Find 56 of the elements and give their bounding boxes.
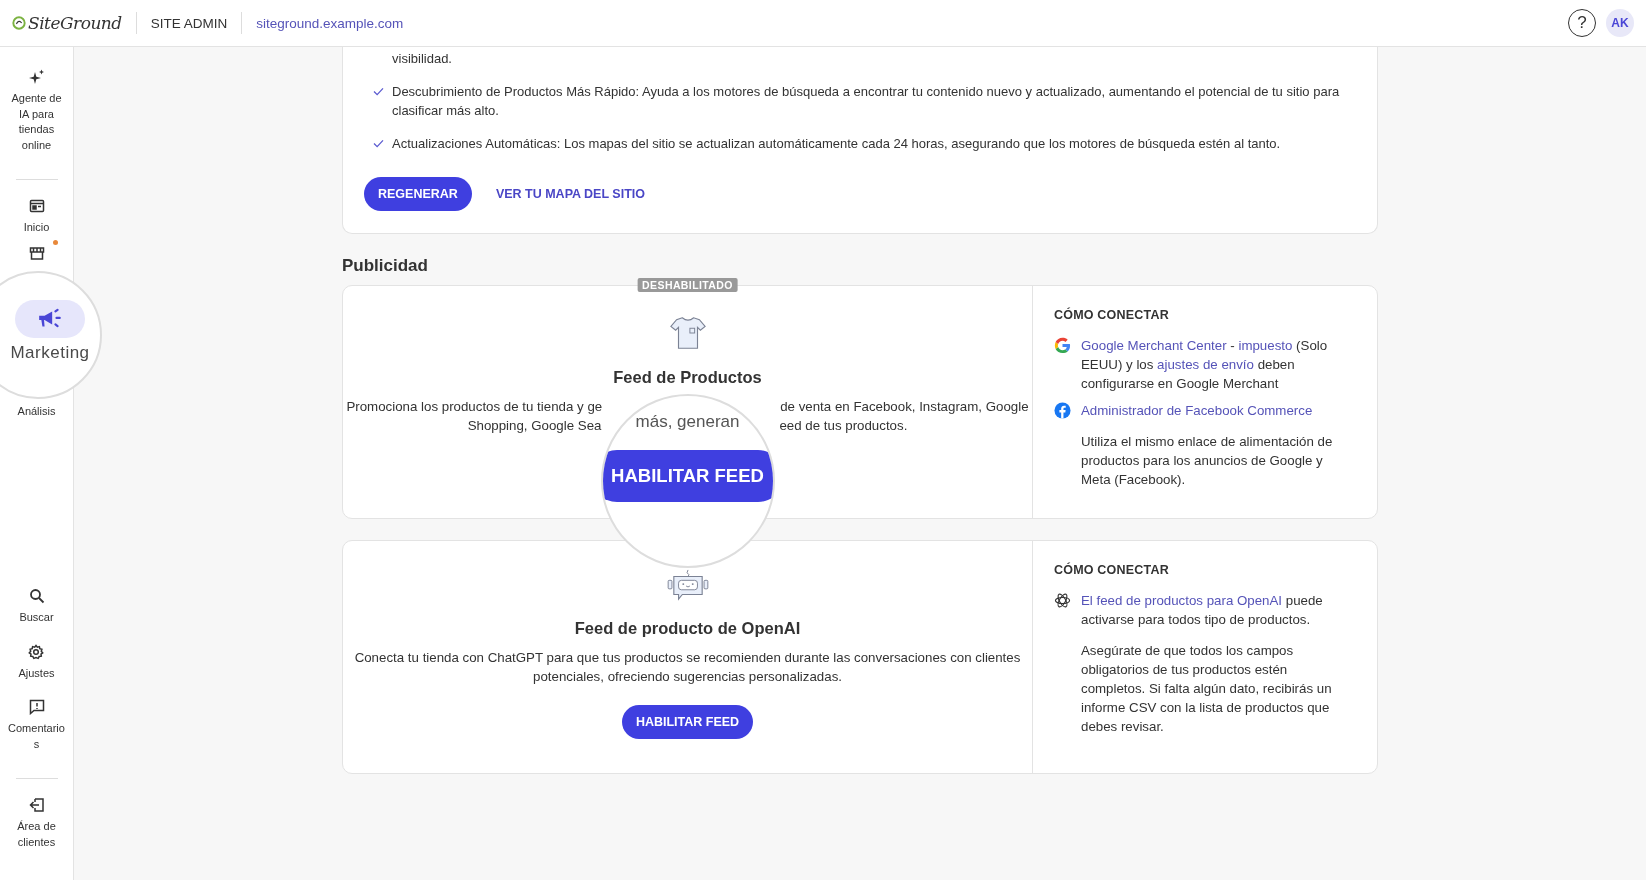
feed-description: potenciales, ofreciendo sugerencias personalizadas.	[533, 668, 842, 686]
help-link[interactable]: Administrador de Facebook Commerce	[1081, 403, 1313, 418]
search-icon	[28, 588, 45, 604]
check-icon	[373, 139, 384, 148]
feed-title: Feed de Productos	[613, 368, 762, 387]
feed-description: Shopping, Google Sea	[467, 417, 602, 435]
megaphone-icon	[37, 307, 63, 330]
nav-item[interactable]: Agente de IA para tiendas online	[8, 65, 65, 157]
t-shirt-icon	[668, 314, 707, 352]
nav-item[interactable]: Buscar	[19, 584, 54, 630]
nav-item[interactable]: Área de clientes	[8, 793, 65, 854]
logo[interactable]: SiteGround	[28, 13, 122, 33]
benefit-text: visibilidad.	[392, 50, 452, 68]
speech-bubble-icon	[28, 699, 45, 715]
store-icon	[28, 245, 45, 262]
nav-item[interactable]: Análisis	[14, 402, 59, 420]
connect-heading: CÓMO CONECTAR	[1054, 563, 1170, 577]
feed-description: Promociona los productos de tu tienda y ge	[346, 398, 603, 416]
logout-icon	[28, 797, 45, 813]
help-link[interactable]: impuesto	[1238, 338, 1293, 353]
status-badge: DESHABILITADO	[637, 278, 738, 292]
domain-link[interactable]: siteground.example.com	[256, 15, 404, 31]
feed-description: Conecta tu tienda con ChatGPT para que tus productos se recomienden durante las conversaciones con clientes	[354, 649, 1021, 667]
connect-instruction: El feed de productos para OpenAI puede activarse para todos tipo de productos.	[1081, 592, 1324, 629]
connect-note: Asegúrate de que todos los campos obligatorios de tus productos estén completos. Si falta algún dato, recibirás un informe CSV con la lista de productos que debes revisar.	[1081, 642, 1333, 736]
magnified-text: más, generan	[635, 412, 740, 432]
check-icon	[373, 87, 384, 96]
feed-description: eed de tus productos.	[779, 417, 908, 435]
facebook-icon	[1054, 402, 1071, 419]
benefit-text: Descubrimiento de Productos Más Rápido: Ayuda a los motores de búsqueda a encontrar tu contenido nuevo y actualizado, aumentando el potencial de tu sitio para clasificar más alto.	[392, 83, 1341, 120]
robot-icon	[666, 569, 709, 603]
help-link[interactable]: ajustes de envío	[1157, 357, 1254, 372]
sparkle-icon	[28, 69, 45, 85]
sitemap-link[interactable]: VER TU MAPA DEL SITIO	[495, 187, 645, 201]
help-link[interactable]: El feed de productos para OpenAI	[1081, 593, 1283, 608]
nav-item[interactable]: Comentarios	[8, 695, 65, 756]
regenerate-button[interactable]: REGENERAR	[364, 177, 472, 211]
settings-icon	[28, 643, 45, 660]
help-button[interactable]: ?	[1568, 9, 1596, 37]
section-heading: Publicidad	[342, 256, 429, 276]
help-link[interactable]: Google Merchant Center	[1081, 338, 1227, 353]
feed-description: de venta en Facebook, Instagram, Google	[780, 398, 1029, 416]
enable-feed-button[interactable]: HABILITAR FEED	[602, 450, 773, 502]
nav-item[interactable]: Ajustes	[18, 639, 55, 685]
dashboard-icon	[28, 198, 45, 214]
avatar[interactable]: AK	[1606, 9, 1634, 37]
enable-feed-button[interactable]: HABILITAR FEED	[621, 705, 754, 739]
google-icon	[1054, 337, 1071, 354]
feed-title: Feed de producto de OpenAI	[574, 619, 801, 638]
connect-instruction: Google Merchant Center - impuesto (Solo EEUU) y los ajustes de envío deben configurarse en Google Merchant	[1081, 337, 1329, 393]
benefit-text: Actualizaciones Automáticas: Los mapas del sitio se actualizan automáticamente cada 24 horas, asegurando que los motores de búsqueda estén al tanto.	[392, 135, 1281, 153]
nav-item[interactable]: Inicio	[23, 194, 50, 240]
logo-icon	[12, 15, 26, 31]
connect-note: Utiliza el mismo enlace de alimentación de productos para los anuncios de Google y Meta (Facebook).	[1081, 433, 1334, 489]
section-title: SITE ADMIN	[150, 15, 228, 31]
connect-heading: CÓMO CONECTAR	[1054, 308, 1170, 322]
